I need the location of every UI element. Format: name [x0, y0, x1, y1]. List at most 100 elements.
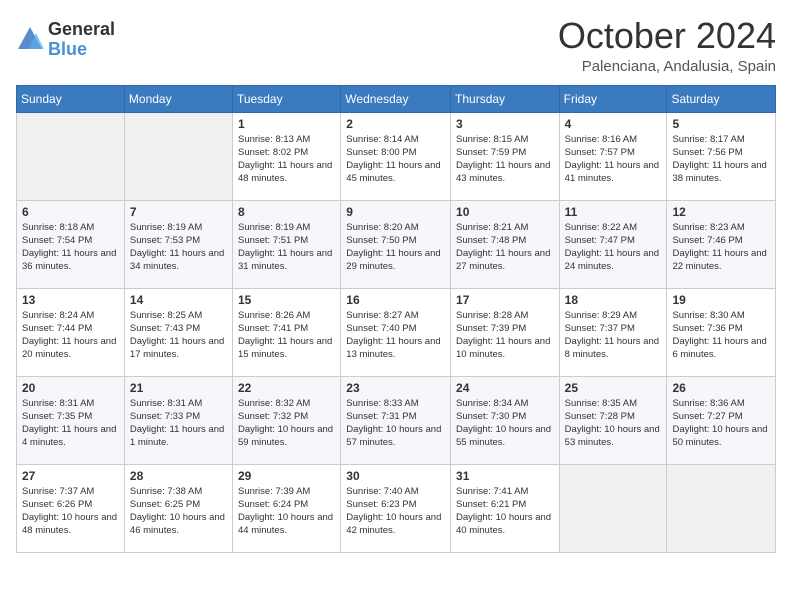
- calendar-cell: 23 Sunrise: 8:33 AMSunset: 7:31 PMDayligh…: [341, 376, 451, 464]
- day-info: Sunrise: 8:21 AMSunset: 7:48 PMDaylight:…: [456, 221, 554, 274]
- calendar-cell: 4 Sunrise: 8:16 AMSunset: 7:57 PMDaylight…: [559, 112, 667, 200]
- calendar-cell: 17 Sunrise: 8:28 AMSunset: 7:39 PMDayligh…: [451, 288, 560, 376]
- month-title: October 2024: [558, 16, 776, 56]
- day-number: 29: [238, 469, 335, 483]
- day-number: 24: [456, 381, 554, 395]
- day-info: Sunrise: 8:20 AMSunset: 7:50 PMDaylight:…: [346, 221, 445, 274]
- day-info: Sunrise: 8:23 AMSunset: 7:46 PMDaylight:…: [672, 221, 770, 274]
- header-row: SundayMondayTuesdayWednesdayThursdayFrid…: [17, 85, 776, 112]
- day-number: 15: [238, 293, 335, 307]
- header-day-saturday: Saturday: [667, 85, 776, 112]
- day-info: Sunrise: 8:28 AMSunset: 7:39 PMDaylight:…: [456, 309, 554, 362]
- day-number: 31: [456, 469, 554, 483]
- logo: General Blue: [16, 20, 115, 60]
- calendar-cell: 2Sunrise: 8:14 AMSunset: 8:00 PMDaylight…: [341, 112, 451, 200]
- logo-general-text: General: [48, 20, 115, 40]
- day-number: 3: [456, 117, 554, 131]
- day-number: 14: [130, 293, 227, 307]
- calendar-cell: 12 Sunrise: 8:23 AMSunset: 7:46 PMDayligh…: [667, 200, 776, 288]
- header-day-sunday: Sunday: [17, 85, 125, 112]
- day-info: Sunrise: 8:22 AMSunset: 7:47 PMDaylight:…: [565, 221, 662, 274]
- calendar-cell: 9 Sunrise: 8:20 AMSunset: 7:50 PMDaylight…: [341, 200, 451, 288]
- day-info: Sunrise: 8:25 AMSunset: 7:43 PMDaylight:…: [130, 309, 227, 362]
- logo-icon: [16, 25, 44, 53]
- week-row-1: 6 Sunrise: 8:18 AMSunset: 7:54 PMDaylight…: [17, 200, 776, 288]
- calendar-cell: 26Sunrise: 8:36 AMSunset: 7:27 PMDayligh…: [667, 376, 776, 464]
- day-info: Sunrise: 7:39 AMSunset: 6:24 PMDaylight:…: [238, 485, 335, 538]
- day-number: 12: [672, 205, 770, 219]
- week-row-3: 20 Sunrise: 8:31 AMSunset: 7:35 PMDayligh…: [17, 376, 776, 464]
- day-info: Sunrise: 8:24 AMSunset: 7:44 PMDaylight:…: [22, 309, 119, 362]
- day-number: 7: [130, 205, 227, 219]
- day-info: Sunrise: 8:30 AMSunset: 7:36 PMDaylight:…: [672, 309, 770, 362]
- day-number: 22: [238, 381, 335, 395]
- calendar-cell: 29 Sunrise: 7:39 AMSunset: 6:24 PMDayligh…: [232, 464, 340, 552]
- day-number: 13: [22, 293, 119, 307]
- header-day-thursday: Thursday: [451, 85, 560, 112]
- header-day-friday: Friday: [559, 85, 667, 112]
- calendar-cell: [667, 464, 776, 552]
- calendar-cell: 14 Sunrise: 8:25 AMSunset: 7:43 PMDayligh…: [124, 288, 232, 376]
- day-number: 1: [238, 117, 335, 131]
- day-number: 30: [346, 469, 445, 483]
- calendar-body: 1 Sunrise: 8:13 AMSunset: 8:02 PMDaylight…: [17, 112, 776, 552]
- calendar-cell: 16Sunrise: 8:27 AMSunset: 7:40 PMDayligh…: [341, 288, 451, 376]
- day-number: 16: [346, 293, 445, 307]
- day-number: 27: [22, 469, 119, 483]
- day-info: Sunrise: 8:31 AMSunset: 7:35 PMDaylight:…: [22, 397, 119, 450]
- calendar-cell: 27 Sunrise: 7:37 AMSunset: 6:26 PMDayligh…: [17, 464, 125, 552]
- day-info: Sunrise: 8:13 AMSunset: 8:02 PMDaylight:…: [238, 133, 335, 186]
- day-number: 4: [565, 117, 662, 131]
- day-info: Sunrise: 7:40 AMSunset: 6:23 PMDaylight:…: [346, 485, 445, 538]
- day-number: 20: [22, 381, 119, 395]
- day-number: 11: [565, 205, 662, 219]
- day-info: Sunrise: 8:17 AMSunset: 7:56 PMDaylight:…: [672, 133, 770, 186]
- day-info: Sunrise: 7:37 AMSunset: 6:26 PMDaylight:…: [22, 485, 119, 538]
- day-info: Sunrise: 8:16 AMSunset: 7:57 PMDaylight:…: [565, 133, 662, 186]
- calendar-cell: 20 Sunrise: 8:31 AMSunset: 7:35 PMDayligh…: [17, 376, 125, 464]
- day-info: Sunrise: 8:14 AMSunset: 8:00 PMDaylight:…: [346, 133, 445, 186]
- day-number: 17: [456, 293, 554, 307]
- day-info: Sunrise: 8:18 AMSunset: 7:54 PMDaylight:…: [22, 221, 119, 274]
- calendar-cell: [124, 112, 232, 200]
- calendar-cell: 15 Sunrise: 8:26 AMSunset: 7:41 PMDayligh…: [232, 288, 340, 376]
- calendar-cell: 8Sunrise: 8:19 AMSunset: 7:51 PMDaylight…: [232, 200, 340, 288]
- day-number: 6: [22, 205, 119, 219]
- calendar-cell: 30 Sunrise: 7:40 AMSunset: 6:23 PMDayligh…: [341, 464, 451, 552]
- location-subtitle: Palenciana, Andalusia, Spain: [558, 58, 776, 75]
- calendar-cell: 18Sunrise: 8:29 AMSunset: 7:37 PMDayligh…: [559, 288, 667, 376]
- calendar-table: SundayMondayTuesdayWednesdayThursdayFrid…: [16, 85, 776, 553]
- header: General Blue October 2024 Palenciana, An…: [16, 16, 776, 75]
- day-info: Sunrise: 7:38 AMSunset: 6:25 PMDaylight:…: [130, 485, 227, 538]
- calendar-cell: 21 Sunrise: 8:31 AMSunset: 7:33 PMDayligh…: [124, 376, 232, 464]
- calendar-cell: 11 Sunrise: 8:22 AMSunset: 7:47 PMDayligh…: [559, 200, 667, 288]
- calendar-cell: 31Sunrise: 7:41 AMSunset: 6:21 PMDayligh…: [451, 464, 560, 552]
- calendar-cell: 7Sunrise: 8:19 AMSunset: 7:53 PMDaylight…: [124, 200, 232, 288]
- calendar-cell: 28 Sunrise: 7:38 AMSunset: 6:25 PMDayligh…: [124, 464, 232, 552]
- day-number: 23: [346, 381, 445, 395]
- day-number: 28: [130, 469, 227, 483]
- week-row-4: 27 Sunrise: 7:37 AMSunset: 6:26 PMDayligh…: [17, 464, 776, 552]
- calendar-cell: 19 Sunrise: 8:30 AMSunset: 7:36 PMDayligh…: [667, 288, 776, 376]
- calendar-cell: 5Sunrise: 8:17 AMSunset: 7:56 PMDaylight…: [667, 112, 776, 200]
- calendar-cell: [559, 464, 667, 552]
- day-number: 9: [346, 205, 445, 219]
- page: General Blue October 2024 Palenciana, An…: [0, 0, 792, 612]
- calendar-cell: 13 Sunrise: 8:24 AMSunset: 7:44 PMDayligh…: [17, 288, 125, 376]
- calendar-cell: 10 Sunrise: 8:21 AMSunset: 7:48 PMDayligh…: [451, 200, 560, 288]
- calendar-cell: [17, 112, 125, 200]
- day-info: Sunrise: 8:19 AMSunset: 7:51 PMDaylight:…: [238, 221, 335, 274]
- calendar-cell: 24Sunrise: 8:34 AMSunset: 7:30 PMDayligh…: [451, 376, 560, 464]
- day-info: Sunrise: 8:32 AMSunset: 7:32 PMDaylight:…: [238, 397, 335, 450]
- day-number: 10: [456, 205, 554, 219]
- day-number: 19: [672, 293, 770, 307]
- day-info: Sunrise: 8:31 AMSunset: 7:33 PMDaylight:…: [130, 397, 227, 450]
- day-info: Sunrise: 8:26 AMSunset: 7:41 PMDaylight:…: [238, 309, 335, 362]
- day-number: 21: [130, 381, 227, 395]
- week-row-2: 13 Sunrise: 8:24 AMSunset: 7:44 PMDayligh…: [17, 288, 776, 376]
- day-info: Sunrise: 8:33 AMSunset: 7:31 PMDaylight:…: [346, 397, 445, 450]
- day-number: 18: [565, 293, 662, 307]
- header-day-wednesday: Wednesday: [341, 85, 451, 112]
- calendar-cell: 6 Sunrise: 8:18 AMSunset: 7:54 PMDaylight…: [17, 200, 125, 288]
- calendar-header: SundayMondayTuesdayWednesdayThursdayFrid…: [17, 85, 776, 112]
